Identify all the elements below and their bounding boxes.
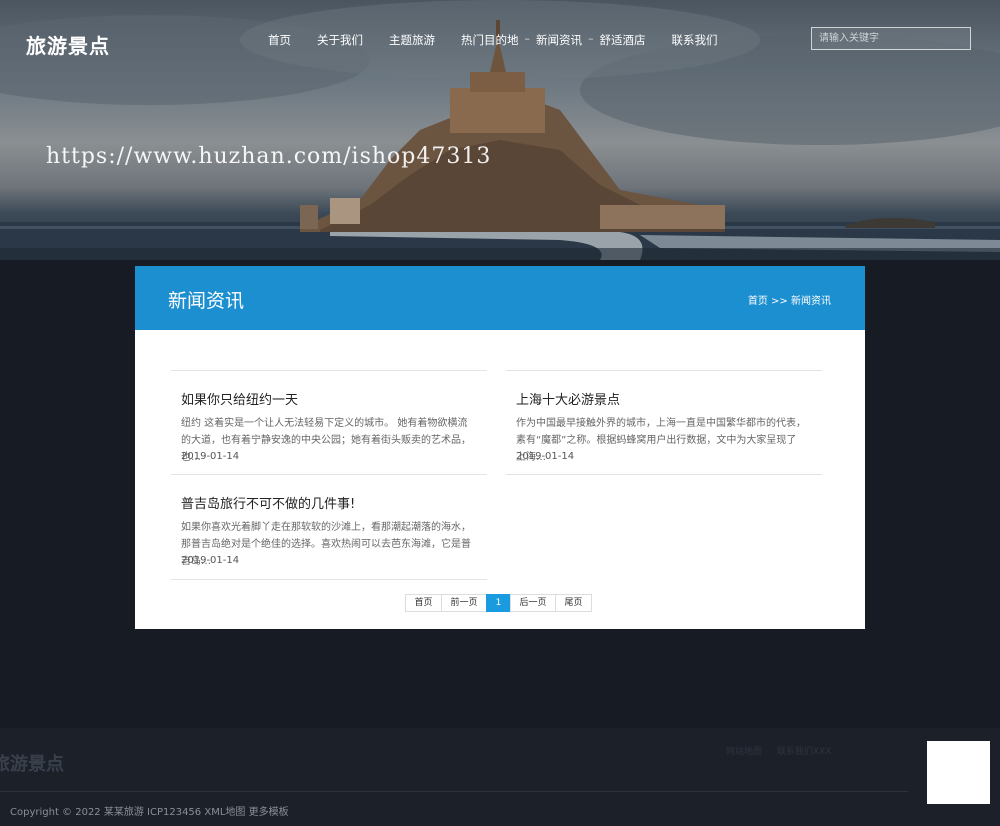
footer-logo[interactable]: 旅游景点 bbox=[0, 750, 64, 776]
site-footer: 旅游景点 网站地图 联系我们XXX Copyright © 2022 某某旅游 … bbox=[0, 728, 1000, 826]
article-title[interactable]: 如果你只给纽约一天 bbox=[181, 389, 298, 408]
article-title[interactable]: 普吉岛旅行不可不做的几件事! bbox=[181, 493, 355, 512]
page-title: 新闻资讯 bbox=[168, 290, 245, 312]
main-nav: 首页 关于我们 主题旅游 热门目的地 – 新闻资讯 – 舒适酒店 联系我们 bbox=[268, 32, 718, 48]
nav-hotels[interactable]: 舒适酒店 bbox=[600, 32, 646, 48]
panel-header: 新闻资讯 首页 >> 新闻资讯 bbox=[135, 266, 865, 330]
nav-separator bbox=[441, 32, 455, 48]
footer-divider bbox=[0, 791, 908, 792]
nav-separator bbox=[652, 32, 666, 48]
watermark-text: https://www.huzhan.com/ishop47313 bbox=[46, 144, 492, 169]
nav-separator bbox=[297, 32, 311, 48]
article-title[interactable]: 上海十大必游景点 bbox=[516, 389, 620, 408]
breadcrumb-current: 新闻资讯 bbox=[791, 296, 831, 307]
copyright-text: Copyright © 2022 某某旅游 ICP123456 XML地图 更多… bbox=[10, 807, 289, 818]
breadcrumb: 首页 >> 新闻资讯 bbox=[748, 292, 831, 307]
pagination: 首页 前一页 1 后一页 尾页 bbox=[405, 594, 592, 612]
qr-code-placeholder bbox=[927, 741, 990, 804]
article-card[interactable]: 上海十大必游景点 作为中国最早接触外界的城市，上海一直是中国繁华都市的代表，素有… bbox=[506, 370, 822, 475]
page-first-button[interactable]: 首页 bbox=[405, 594, 442, 612]
nav-separator bbox=[369, 32, 383, 48]
footer-links: 网站地图 联系我们XXX bbox=[726, 744, 843, 757]
page-last-button[interactable]: 尾页 bbox=[555, 594, 592, 612]
news-panel: 新闻资讯 首页 >> 新闻资讯 如果你只给纽约一天 纽约 这着实是一个让人无法轻… bbox=[135, 266, 865, 629]
nav-contact[interactable]: 联系我们 bbox=[672, 32, 718, 48]
article-date: 2019-01-14 bbox=[516, 451, 575, 462]
hero-banner: 旅游景点 首页 关于我们 主题旅游 热门目的地 – 新闻资讯 – 舒适酒店 联系… bbox=[0, 0, 1000, 260]
nav-about[interactable]: 关于我们 bbox=[317, 32, 363, 48]
page-current[interactable]: 1 bbox=[486, 594, 511, 612]
nav-dash: – bbox=[588, 32, 594, 45]
breadcrumb-separator: >> bbox=[771, 296, 788, 307]
breadcrumb-home[interactable]: 首页 bbox=[748, 296, 768, 307]
footer-link[interactable]: 联系我们XXX bbox=[777, 747, 832, 757]
article-card[interactable]: 普吉岛旅行不可不做的几件事! 如果你喜欢光着脚丫走在那软软的沙滩上，看那潮起潮落… bbox=[171, 475, 487, 580]
site-logo[interactable]: 旅游景点 bbox=[26, 30, 110, 59]
search-input[interactable] bbox=[811, 27, 971, 50]
nav-home[interactable]: 首页 bbox=[268, 32, 291, 48]
nav-themes[interactable]: 主题旅游 bbox=[389, 32, 435, 48]
article-date: 2019-01-14 bbox=[181, 555, 240, 566]
nav-dash: – bbox=[524, 32, 531, 45]
nav-news[interactable]: 新闻资讯 bbox=[536, 32, 582, 48]
page-prev-button[interactable]: 前一页 bbox=[441, 594, 487, 612]
footer-link[interactable]: 网站地图 bbox=[726, 747, 762, 757]
article-date: 2019-01-14 bbox=[181, 451, 240, 462]
article-card[interactable]: 如果你只给纽约一天 纽约 这着实是一个让人无法轻易下定义的城市。 她有着物欲横流… bbox=[171, 370, 487, 475]
nav-destinations[interactable]: 热门目的地 bbox=[461, 32, 519, 48]
page-next-button[interactable]: 后一页 bbox=[510, 594, 556, 612]
